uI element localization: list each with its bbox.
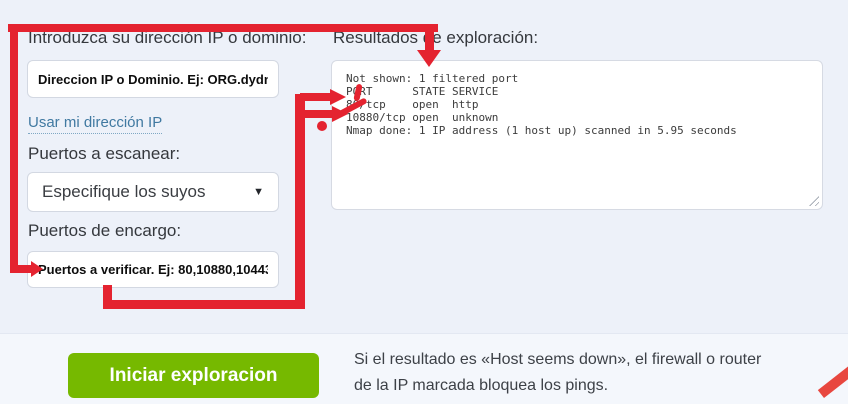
annotation-left-line (10, 24, 18, 271)
chevron-down-icon: ▼ (253, 187, 264, 198)
annotation-port80-arrow (300, 93, 332, 101)
host-down-note-line2: de la IP marcada bloquea los pings. (354, 377, 608, 395)
resize-handle-icon[interactable] (809, 196, 819, 206)
annotation-port10880-arrow (300, 110, 334, 118)
results-textarea[interactable]: Not shown: 1 filtered port PORT STATE SE… (331, 60, 823, 210)
annotation-results-arrow (425, 30, 434, 52)
host-down-note-line1: Si el resultado es «Host seems down», el… (354, 351, 761, 369)
custom-ports-label: Puertos de encargo: (28, 221, 181, 241)
start-scan-button[interactable]: Iniciar exploracion (68, 353, 319, 398)
annotation-port80-arrowhead (330, 89, 346, 105)
ports-to-scan-label: Puertos a escanear: (28, 144, 180, 164)
scan-output: Not shown: 1 filtered port PORT STATE SE… (332, 61, 822, 137)
custom-ports-input[interactable] (27, 251, 279, 288)
ip-domain-input[interactable] (27, 60, 279, 98)
annotation-top-line (8, 24, 438, 32)
annotation-results-arrowhead (417, 50, 441, 67)
annotation-ports-input-arrowhead (31, 261, 43, 277)
annotation-ports-input-arrow (10, 265, 32, 273)
annotation-elbow-across (103, 300, 305, 309)
ports-select-value: Especifique los suyos (42, 182, 253, 202)
ports-select[interactable]: Especifique los suyos ▼ (27, 172, 279, 212)
use-my-ip-link[interactable]: Usar mi dirección IP (28, 114, 162, 134)
annotation-elbow-up (295, 94, 305, 309)
annotation-dot (317, 121, 327, 131)
port-scanner-page: Introduzca su dirección IP o dominio: Us… (0, 0, 848, 404)
